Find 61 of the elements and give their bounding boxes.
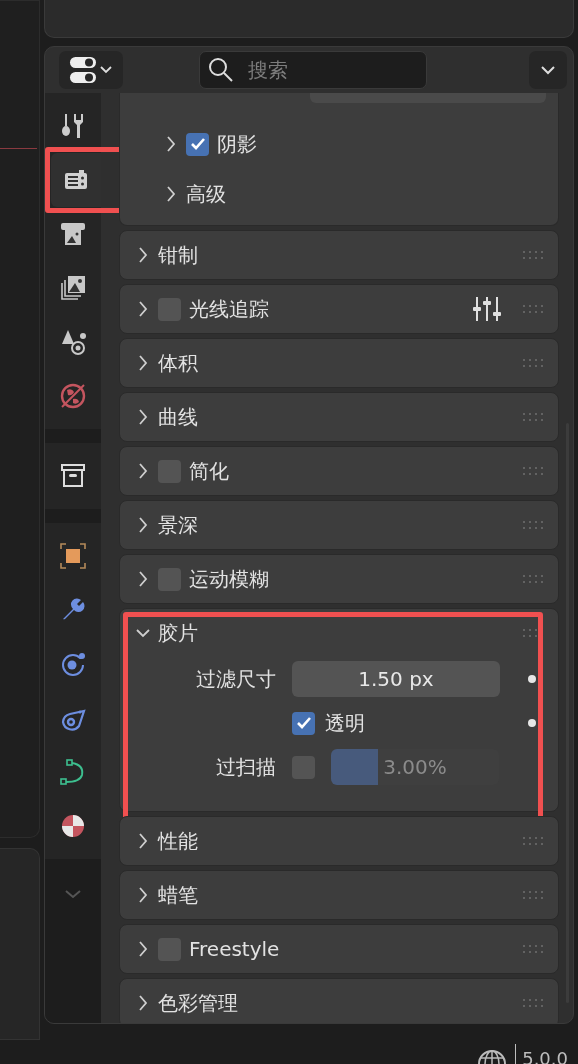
panel-title[interactable]: 色彩管理 <box>158 989 238 1017</box>
drag-handle-icon[interactable] <box>522 998 544 1008</box>
properties-tab[interactable] <box>51 153 101 207</box>
panel-title[interactable]: 运动模糊 <box>189 565 269 593</box>
keyframe-dot-icon[interactable] <box>528 675 536 683</box>
chevron-right-icon[interactable] <box>136 516 150 534</box>
panel-title[interactable]: 钳制 <box>158 241 198 269</box>
image-stack-icon <box>58 273 88 303</box>
sliders-icon[interactable] <box>472 294 502 324</box>
chevron-right-icon[interactable] <box>164 185 178 203</box>
panel-title[interactable]: 性能 <box>158 827 198 855</box>
chevron-right-icon[interactable] <box>136 246 150 264</box>
drag-handle-icon[interactable] <box>522 250 544 260</box>
keyframe-dot-icon[interactable] <box>528 719 536 727</box>
chevron-right-icon[interactable] <box>136 994 150 1012</box>
chevron-right-icon[interactable] <box>136 886 150 904</box>
field-label: 过扫描 <box>215 753 277 781</box>
drag-handle-icon[interactable] <box>522 944 544 954</box>
options-button[interactable] <box>529 51 567 89</box>
panel-title[interactable]: 曲线 <box>158 403 198 431</box>
axis-line <box>0 148 37 149</box>
panel-title[interactable]: 体积 <box>158 349 198 377</box>
chevron-right-icon[interactable] <box>164 135 178 153</box>
search-input[interactable]: 搜索 <box>246 57 396 83</box>
chevron-right-icon[interactable] <box>136 354 150 372</box>
panel-title[interactable]: 简化 <box>189 457 229 485</box>
field-label: 过滤尺寸 <box>195 665 277 693</box>
chevron-right-icon[interactable] <box>136 462 150 480</box>
drag-handle-icon[interactable] <box>522 836 544 846</box>
panel-title[interactable]: 光线追踪 <box>189 295 269 323</box>
panel-title[interactable]: Freestyle <box>189 937 280 961</box>
chevron-right-icon[interactable] <box>136 408 150 426</box>
toggles-icon <box>69 55 97 85</box>
panel-title[interactable]: 蜡笔 <box>158 881 198 909</box>
drag-handle-icon[interactable] <box>522 358 544 368</box>
editor-type-button[interactable] <box>59 51 123 89</box>
drag-handle-icon[interactable] <box>522 466 544 476</box>
subpanel-title[interactable]: 高级 <box>186 180 226 208</box>
chevron-right-icon[interactable] <box>136 940 150 958</box>
drag-handle-icon[interactable] <box>522 574 544 584</box>
panel-title[interactable]: 景深 <box>158 511 198 539</box>
checkmark-icon <box>295 716 312 730</box>
search-icon <box>208 57 234 83</box>
caret-icon <box>540 65 556 75</box>
drag-handle-icon[interactable] <box>522 304 544 314</box>
chevron-right-icon[interactable] <box>136 570 150 588</box>
search-field[interactable]: 搜索 <box>199 51 427 89</box>
chevron-right-icon[interactable] <box>136 300 150 318</box>
checkmark-icon <box>189 137 206 151</box>
caret-icon <box>99 65 113 75</box>
drag-handle-icon[interactable] <box>522 890 544 900</box>
panel-title[interactable]: 胶片 <box>158 619 198 647</box>
checkbox-label[interactable]: 透明 <box>325 709 365 737</box>
subpanel-title[interactable]: 阴影 <box>217 130 257 158</box>
checkbox[interactable] <box>292 711 315 735</box>
drag-handle-icon[interactable] <box>522 412 544 422</box>
number-field[interactable]: 1.50 px <box>292 661 500 697</box>
checkbox[interactable] <box>186 132 209 156</box>
square-icon <box>58 541 88 571</box>
drag-handle-icon[interactable] <box>522 520 544 530</box>
chevron-right-icon[interactable] <box>136 832 150 850</box>
